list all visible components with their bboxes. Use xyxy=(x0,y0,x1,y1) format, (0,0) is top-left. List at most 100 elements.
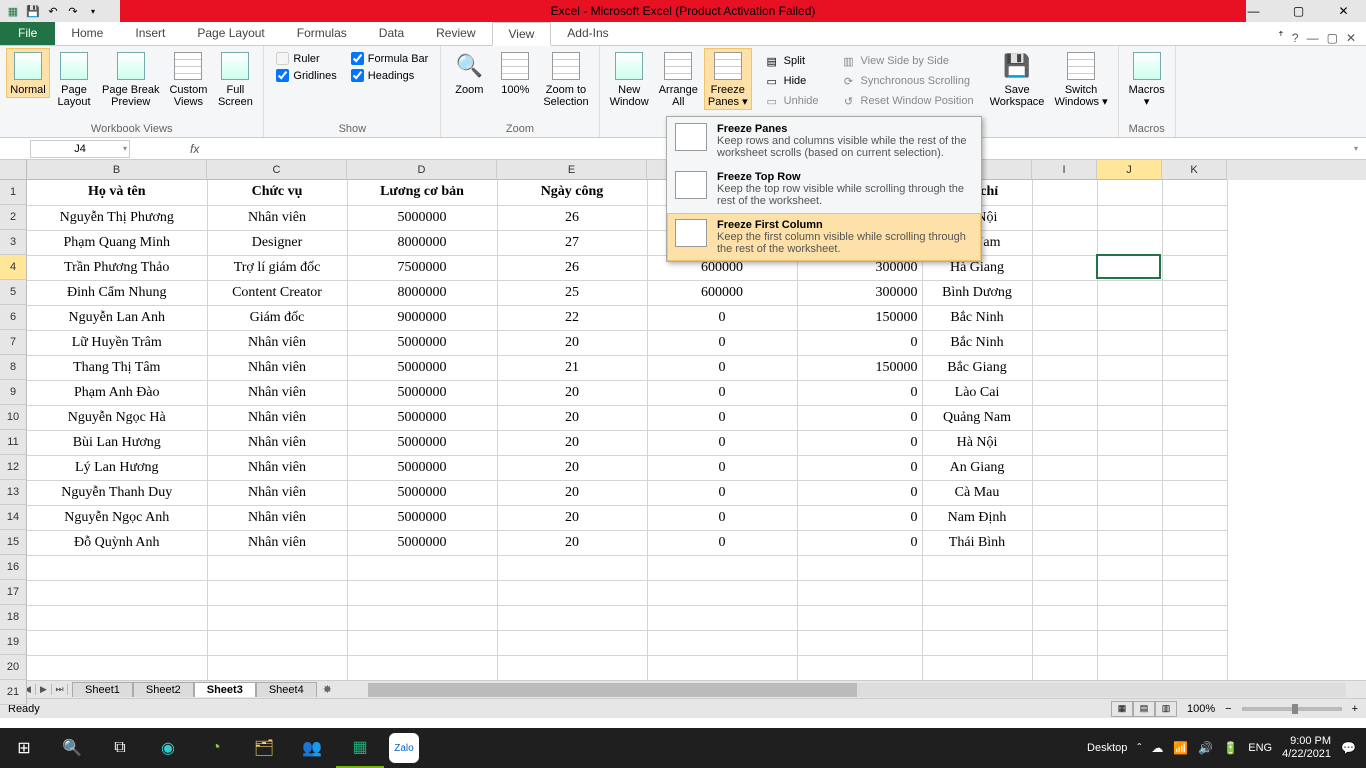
row-header-4[interactable]: 4 xyxy=(0,255,27,280)
cell[interactable] xyxy=(1032,580,1097,605)
normal-view-button[interactable]: Normal xyxy=(6,48,50,98)
ribbon-minimize-icon[interactable]: ꜛ xyxy=(1278,31,1284,45)
excel-taskbar-icon[interactable]: ▦ xyxy=(336,728,384,768)
cell[interactable] xyxy=(347,580,497,605)
headings-checkbox[interactable]: Headings xyxy=(351,69,429,82)
cell[interactable] xyxy=(1162,330,1227,355)
cell[interactable]: 150000 xyxy=(797,305,922,330)
cell[interactable] xyxy=(1032,455,1097,480)
cell[interactable] xyxy=(1097,430,1162,455)
header-cell[interactable] xyxy=(1097,180,1162,205)
row-header-17[interactable]: 17 xyxy=(0,580,27,605)
file-explorer-icon[interactable]: 🗂 xyxy=(240,728,288,768)
cell[interactable] xyxy=(1162,480,1227,505)
tray-volume-icon[interactable]: 🔊 xyxy=(1198,741,1213,755)
cell[interactable]: Nhân viên xyxy=(207,480,347,505)
cell[interactable]: 0 xyxy=(797,430,922,455)
cell[interactable] xyxy=(1162,305,1227,330)
cell[interactable]: Nhân viên xyxy=(207,355,347,380)
cell[interactable]: 0 xyxy=(647,455,797,480)
cell[interactable]: 0 xyxy=(797,330,922,355)
cell[interactable]: Nhân viên xyxy=(207,405,347,430)
cell[interactable] xyxy=(1032,530,1097,555)
sheet-tab-sheet1[interactable]: Sheet1 xyxy=(72,682,133,697)
cell[interactable] xyxy=(922,630,1032,655)
custom-views-button[interactable]: Custom Views xyxy=(165,48,211,110)
cell[interactable]: 0 xyxy=(647,405,797,430)
cell[interactable] xyxy=(347,605,497,630)
row-header-6[interactable]: 6 xyxy=(0,305,27,330)
cell[interactable]: Nam Định xyxy=(922,505,1032,530)
cell[interactable]: 0 xyxy=(647,355,797,380)
cell[interactable] xyxy=(1097,305,1162,330)
cell[interactable] xyxy=(1032,355,1097,380)
page-break-view-icon[interactable]: ▥ xyxy=(1155,701,1177,717)
new-sheet-icon[interactable]: ✸ xyxy=(317,683,338,696)
hide-button[interactable]: ▭Hide xyxy=(760,72,823,90)
tab-add-ins[interactable]: Add-Ins xyxy=(551,21,624,45)
cell[interactable] xyxy=(1162,205,1227,230)
cell[interactable] xyxy=(647,605,797,630)
cell[interactable]: Giám đốc xyxy=(207,305,347,330)
cell[interactable]: Thang Thị Tâm xyxy=(27,355,207,380)
cell[interactable] xyxy=(347,630,497,655)
row-header-16[interactable]: 16 xyxy=(0,555,27,580)
cell[interactable]: 20 xyxy=(497,380,647,405)
undo-icon[interactable]: ↶ xyxy=(44,2,62,20)
cell[interactable] xyxy=(1097,555,1162,580)
cell[interactable] xyxy=(27,580,207,605)
doc-restore-icon[interactable]: ▢ xyxy=(1327,31,1338,45)
row-header-13[interactable]: 13 xyxy=(0,480,27,505)
cell[interactable]: Trần Phương Thảo xyxy=(27,255,207,280)
arrange-all-button[interactable]: Arrange All xyxy=(655,48,702,110)
cell[interactable] xyxy=(27,605,207,630)
cell[interactable] xyxy=(1162,655,1227,680)
close-button[interactable]: ✕ xyxy=(1321,0,1366,22)
cell[interactable]: Lý Lan Hương xyxy=(27,455,207,480)
cell[interactable]: 600000 xyxy=(647,280,797,305)
cell[interactable]: 0 xyxy=(647,430,797,455)
sheet-nav-next-icon[interactable]: ▶ xyxy=(36,684,52,695)
cell[interactable]: 27 xyxy=(497,230,647,255)
freeze-top-row-item[interactable]: Freeze Top RowKeep the top row visible w… xyxy=(667,165,981,213)
cell[interactable] xyxy=(1162,530,1227,555)
gridlines-checkbox[interactable]: Gridlines xyxy=(276,69,336,82)
header-cell[interactable]: Lương cơ bản xyxy=(347,180,497,205)
redo-icon[interactable]: ↷ xyxy=(64,2,82,20)
cell[interactable] xyxy=(207,555,347,580)
cell[interactable] xyxy=(1097,330,1162,355)
zalo-icon[interactable]: Zalo xyxy=(389,733,419,763)
cell[interactable] xyxy=(1032,430,1097,455)
cell[interactable] xyxy=(1032,605,1097,630)
cell[interactable] xyxy=(1162,505,1227,530)
tab-view[interactable]: View xyxy=(492,22,552,46)
cell[interactable]: 0 xyxy=(797,530,922,555)
formula-bar-expand-icon[interactable]: ▾ xyxy=(1346,144,1366,153)
cell[interactable] xyxy=(647,580,797,605)
start-button[interactable]: ⊞ xyxy=(0,728,48,768)
cell[interactable] xyxy=(922,580,1032,605)
formula-bar-checkbox[interactable]: Formula Bar xyxy=(351,52,429,65)
header-cell[interactable]: Chức vụ xyxy=(207,180,347,205)
horizontal-scrollbar[interactable] xyxy=(368,683,1346,697)
select-all-corner[interactable] xyxy=(0,160,27,180)
cell[interactable]: Content Creator xyxy=(207,280,347,305)
cell[interactable]: 0 xyxy=(797,505,922,530)
tab-page-layout[interactable]: Page Layout xyxy=(181,21,280,45)
row-header-8[interactable]: 8 xyxy=(0,355,27,380)
cell[interactable] xyxy=(1032,280,1097,305)
cell[interactable] xyxy=(1032,305,1097,330)
cell[interactable] xyxy=(647,655,797,680)
cell[interactable] xyxy=(1097,630,1162,655)
teams-icon[interactable]: 👥 xyxy=(288,728,336,768)
row-header-18[interactable]: 18 xyxy=(0,605,27,630)
cell[interactable]: Thái Bình xyxy=(922,530,1032,555)
sheet-tab-sheet4[interactable]: Sheet4 xyxy=(256,682,317,697)
sheet-nav-last-icon[interactable]: ⏭ xyxy=(52,684,68,695)
freeze-panes-button[interactable]: Freeze Panes ▾ xyxy=(704,48,752,110)
cell[interactable] xyxy=(1097,380,1162,405)
row-header-9[interactable]: 9 xyxy=(0,380,27,405)
file-tab[interactable]: File xyxy=(0,21,55,45)
edge-icon[interactable]: ◉ xyxy=(144,728,192,768)
cell[interactable] xyxy=(922,605,1032,630)
